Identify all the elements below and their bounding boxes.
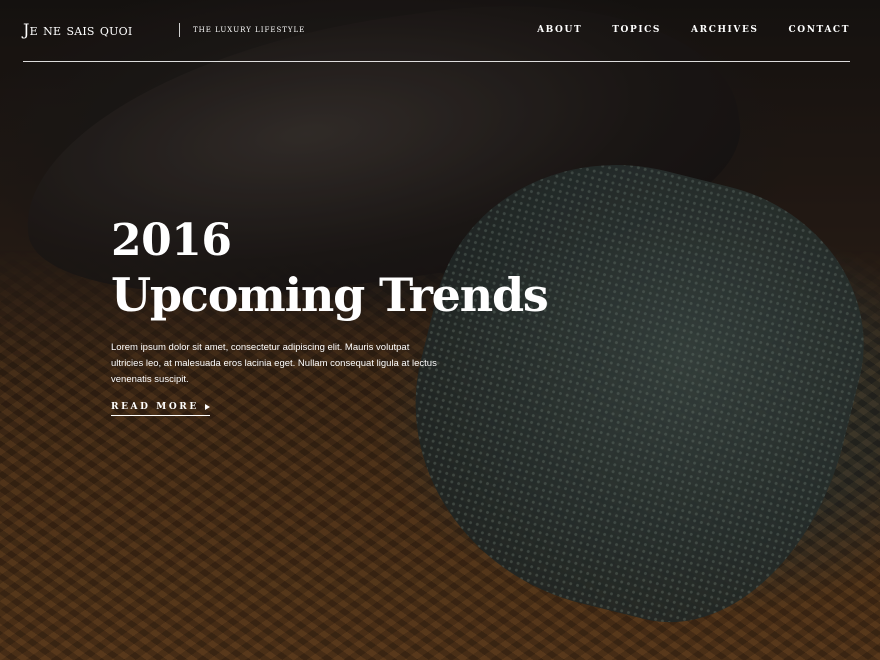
nav-item-topics[interactable]: TOPICS [612,25,661,35]
main-nav: ABOUT TOPICS ARCHIVES CONTACT [537,25,850,35]
site-header: Je ne sais quoi THE LUXURY LIFESTYLE ABO… [23,0,850,62]
hero-description: Lorem ipsum dolor sit amet, consectetur … [111,342,437,385]
site-logo[interactable]: Je ne sais quoi [23,20,132,39]
read-more-link[interactable]: READ MORE [111,402,210,416]
nav-item-archives[interactable]: ARCHIVES [691,25,758,35]
nav-item-about[interactable]: ABOUT [537,25,582,35]
hero-section: Je ne sais quoi THE LUXURY LIFESTYLE ABO… [0,0,880,660]
hero-title: Upcoming Trends [111,268,549,322]
site-tagline: THE LUXURY LIFESTYLE [193,26,306,34]
read-more-label: READ MORE [111,402,199,412]
hero-content: 2016 Upcoming Trends Lorem ipsum dolor s… [111,214,591,416]
logo-divider [179,23,180,37]
hero-year: 2016 [111,215,232,266]
nav-item-contact[interactable]: CONTACT [789,25,850,35]
arrow-right-icon [204,404,210,410]
